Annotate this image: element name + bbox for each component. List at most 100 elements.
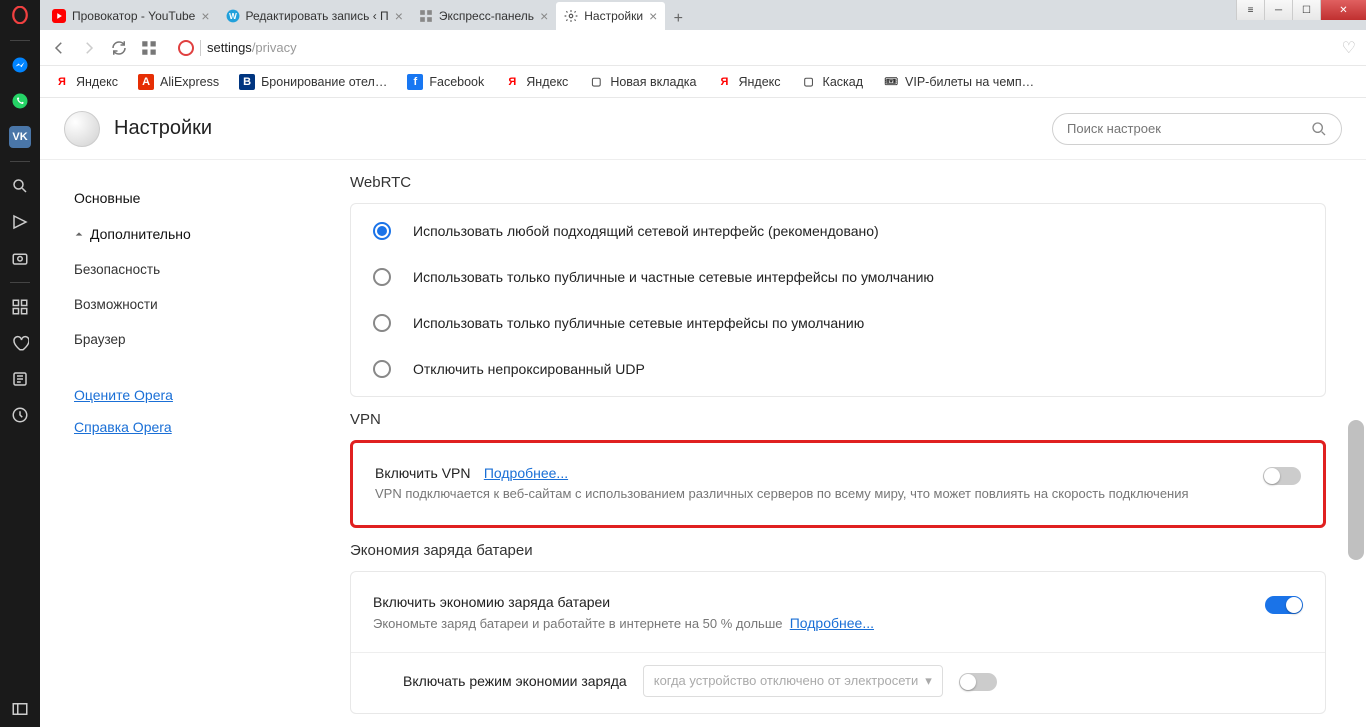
battery-toggle[interactable] — [1265, 596, 1303, 614]
yandex-icon: Я — [54, 74, 70, 90]
battery-mode-dropdown[interactable]: когда устройство отключено от электросет… — [643, 665, 943, 697]
bookmarks-bar: ЯЯндекс AAliExpress BБронирование отел… … — [40, 66, 1366, 98]
gear-icon — [564, 9, 578, 23]
tab-close-icon[interactable]: × — [540, 8, 548, 24]
bookmark-vip[interactable]: 🎟VIP-билеты на чемп… — [883, 74, 1034, 90]
sidebar-toggle-icon[interactable] — [0, 691, 40, 727]
new-tab-button[interactable]: + — [665, 8, 691, 30]
radio-icon — [373, 222, 391, 240]
booking-icon: B — [239, 74, 255, 90]
settings-search[interactable] — [1052, 113, 1342, 145]
search-icon — [1311, 121, 1327, 137]
tab-close-icon[interactable]: × — [395, 8, 403, 24]
battery-mode-label: Включать режим экономии заряда — [403, 673, 627, 689]
aliexpress-icon: A — [138, 74, 154, 90]
vpn-card: Включить VPN Подробнее... VPN подключает… — [350, 440, 1326, 528]
address-field[interactable]: settings/privacy — [170, 35, 1330, 61]
webrtc-option-1[interactable]: Использовать любой подходящий сетевой ин… — [351, 208, 1325, 254]
news-icon[interactable] — [0, 361, 40, 397]
bookmark-kaskad[interactable]: ▢Каскад — [801, 74, 863, 90]
yandex-icon: Я — [716, 74, 732, 90]
address-text: settings/privacy — [207, 40, 297, 55]
settings-header: Настройки — [40, 98, 1366, 160]
heart-icon[interactable] — [0, 325, 40, 361]
battery-setting-row: Включить экономию заряда батареи Экономь… — [351, 576, 1325, 652]
vk-icon[interactable]: VK — [0, 119, 40, 155]
bookmark-booking[interactable]: BБронирование отел… — [239, 74, 387, 90]
page-icon: ▢ — [588, 74, 604, 90]
battery-mode-row: Включать режим экономии заряда когда уст… — [351, 652, 1325, 709]
webrtc-option-2[interactable]: Использовать только публичные и частные … — [351, 254, 1325, 300]
webrtc-option-3[interactable]: Использовать только публичные сетевые ин… — [351, 300, 1325, 346]
history-icon[interactable] — [0, 397, 40, 433]
nav-security[interactable]: Безопасность — [60, 252, 340, 287]
search-icon[interactable] — [0, 168, 40, 204]
bookmark-yandex2[interactable]: ЯЯндекс — [504, 74, 568, 90]
nav-basic[interactable]: Основные — [60, 180, 340, 216]
window-minimize-button[interactable]: ─ — [1264, 0, 1292, 20]
separator — [10, 40, 30, 41]
tab-title: Экспресс-панель — [439, 9, 534, 23]
section-vpn-title: VPN — [350, 411, 1326, 428]
bookmark-yandex[interactable]: ЯЯндекс — [54, 74, 118, 90]
youtube-icon — [52, 9, 66, 23]
yandex-icon: Я — [504, 74, 520, 90]
opera-logo-large — [64, 111, 100, 147]
svg-text:W: W — [229, 12, 237, 21]
section-battery-title: Экономия заряда батареи — [350, 542, 1326, 559]
snapshot-icon[interactable] — [0, 240, 40, 276]
chevron-up-icon — [74, 229, 84, 239]
tab-close-icon[interactable]: × — [201, 8, 209, 24]
flow-icon[interactable] — [0, 204, 40, 240]
tab-youtube[interactable]: Провокатор - YouTube × — [44, 2, 218, 30]
tab-settings[interactable]: Настройки × — [556, 2, 665, 30]
back-button[interactable] — [50, 39, 68, 57]
nav-advanced[interactable]: Дополнительно — [60, 216, 340, 252]
separator — [10, 161, 30, 162]
radio-icon — [373, 314, 391, 332]
tab-title: Настройки — [584, 9, 643, 23]
tab-speeddial[interactable]: Экспресс-панель × — [411, 2, 556, 30]
content-area: Основные Дополнительно Безопасность Возм… — [40, 160, 1366, 727]
bookmark-aliexpress[interactable]: AAliExpress — [138, 74, 219, 90]
search-input[interactable] — [1067, 121, 1303, 136]
vpn-description: VPN подключается к веб-сайтам с использо… — [375, 485, 1247, 503]
app-sidebar: VK — [0, 0, 40, 727]
bookmark-facebook[interactable]: fFacebook — [407, 74, 484, 90]
vpn-toggle[interactable] — [1263, 467, 1301, 485]
scrollbar-thumb[interactable] — [1348, 420, 1364, 560]
battery-mode-toggle[interactable] — [959, 673, 997, 691]
reload-button[interactable] — [110, 39, 128, 57]
battery-description: Экономьте заряд батареи и работайте в ин… — [373, 614, 1249, 634]
whatsapp-icon[interactable] — [0, 83, 40, 119]
battery-learn-more-link[interactable]: Подробнее... — [790, 615, 874, 631]
battery-label: Включить экономию заряда батареи — [373, 594, 610, 610]
page-title: Настройки — [114, 117, 1052, 140]
opera-logo-icon[interactable] — [0, 0, 40, 30]
webrtc-option-4[interactable]: Отключить непроксированный UDP — [351, 346, 1325, 392]
messenger-icon[interactable] — [0, 47, 40, 83]
page-icon: ▢ — [801, 74, 817, 90]
bookmark-heart-icon[interactable]: ♡ — [1342, 38, 1356, 58]
speed-dial-icon[interactable] — [0, 289, 40, 325]
opera-badge-icon — [178, 40, 194, 56]
window-menu-button[interactable]: ≡ — [1236, 0, 1264, 20]
tab-close-icon[interactable]: × — [649, 8, 657, 24]
nav-help-link[interactable]: Справка Opera — [60, 411, 340, 443]
tab-wordpress[interactable]: W Редактировать запись ‹ П × — [218, 2, 411, 30]
bookmark-newtab[interactable]: ▢Новая вкладка — [588, 74, 696, 90]
separator — [10, 282, 30, 283]
nav-browser[interactable]: Браузер — [60, 322, 340, 357]
forward-button[interactable] — [80, 39, 98, 57]
grid-icon — [419, 9, 433, 23]
window-close-button[interactable]: ✕ — [1320, 0, 1366, 20]
nav-features[interactable]: Возможности — [60, 287, 340, 322]
nav-rate-link[interactable]: Оцените Opera — [60, 379, 340, 411]
settings-nav: Основные Дополнительно Безопасность Возм… — [40, 160, 340, 727]
wordpress-icon: W — [226, 9, 240, 23]
vpn-learn-more-link[interactable]: Подробнее... — [484, 465, 568, 481]
window-maximize-button[interactable]: ☐ — [1292, 0, 1320, 20]
battery-card: Включить экономию заряда батареи Экономь… — [350, 571, 1326, 714]
speed-dial-button[interactable] — [140, 39, 158, 57]
bookmark-yandex3[interactable]: ЯЯндекс — [716, 74, 780, 90]
